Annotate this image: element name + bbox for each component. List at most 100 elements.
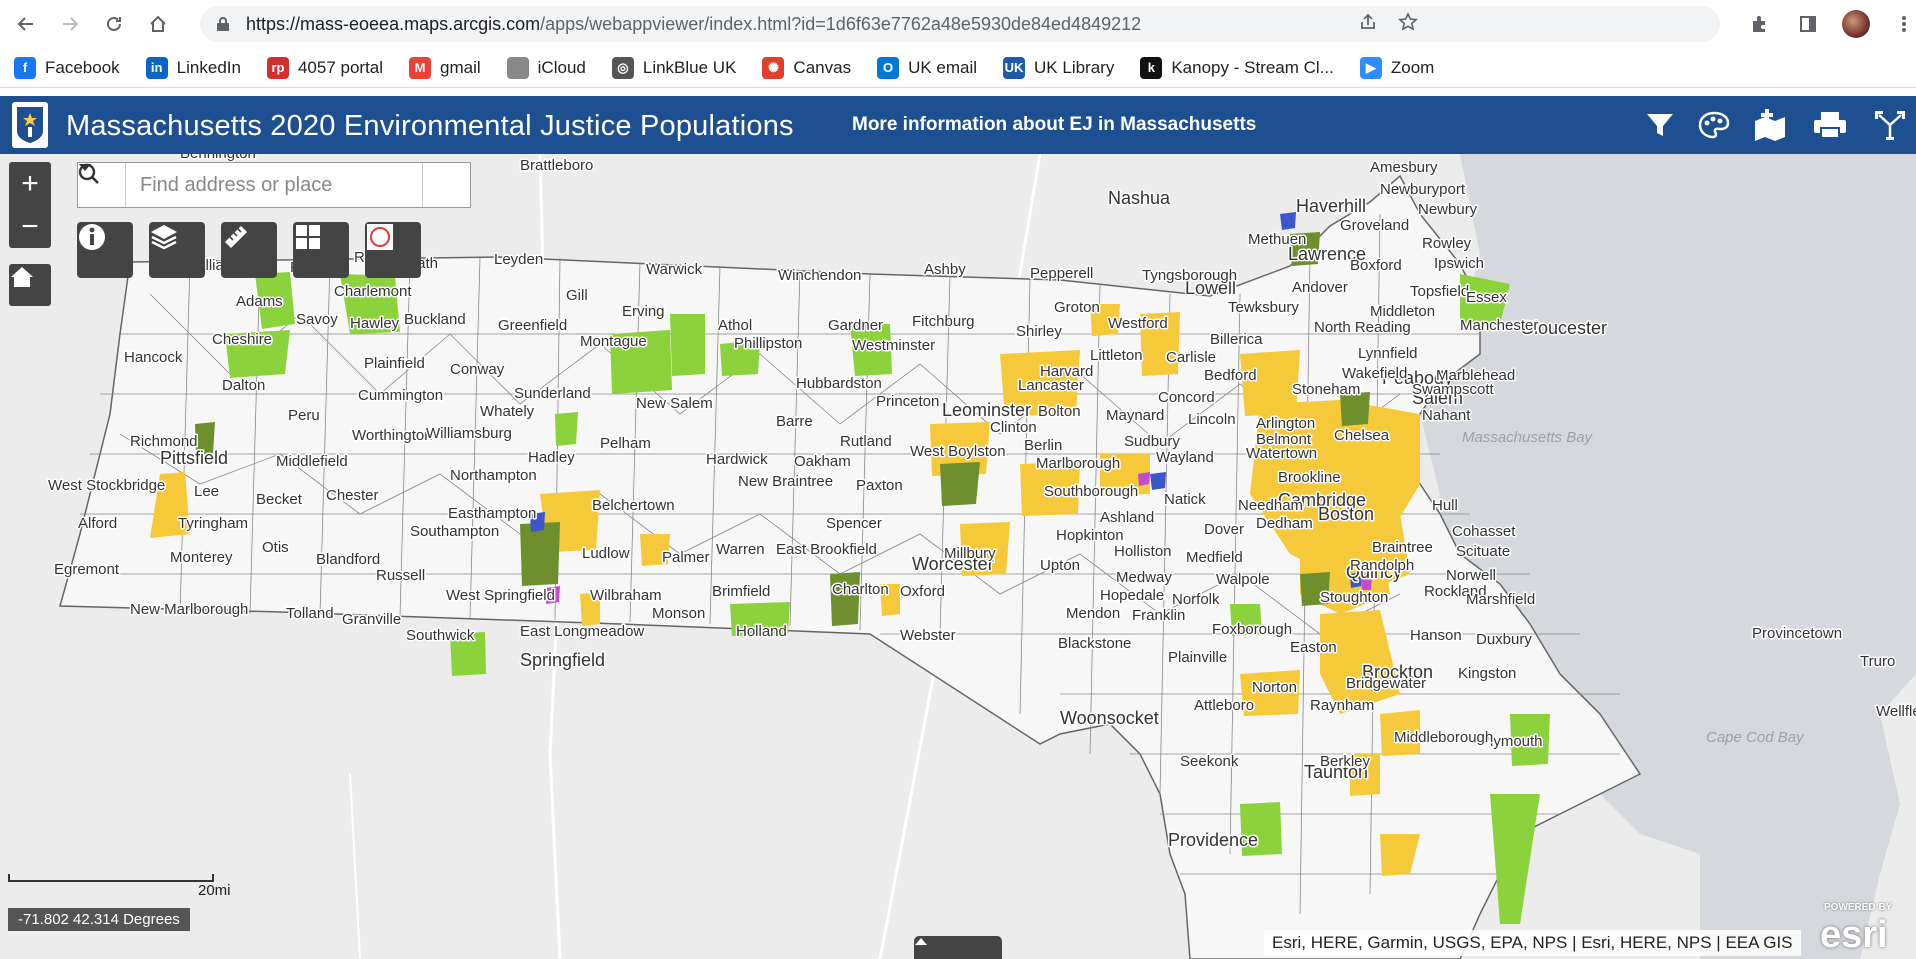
town-label: West Stockbridge xyxy=(48,477,165,494)
town-label: Swampscott xyxy=(1412,381,1495,398)
town-label: Hadley xyxy=(528,449,575,466)
bookmark-uk-library[interactable]: UK UK Library xyxy=(1003,56,1114,79)
about-button[interactable] xyxy=(77,222,133,278)
town-label: Richmond xyxy=(130,433,198,450)
town-label: Groveland xyxy=(1340,217,1409,234)
map-attribution: Esri, HERE, Garmin, USGS, EPA, NPS | Esr… xyxy=(1264,930,1801,956)
scale-bar xyxy=(8,874,214,882)
town-label: Ipswich xyxy=(1434,255,1484,272)
town-label: Bennington xyxy=(180,154,256,162)
town-label: Marshfield xyxy=(1466,591,1535,608)
back-arrow-icon[interactable] xyxy=(8,6,44,42)
avatar[interactable] xyxy=(1842,10,1870,38)
zoom-out-button[interactable]: − xyxy=(9,205,51,248)
bookmark-gmail[interactable]: Mgmail xyxy=(409,56,481,79)
town-label: Bridgewater xyxy=(1346,675,1426,692)
town-label: Holliston xyxy=(1114,543,1172,560)
town-label: Russell xyxy=(376,567,425,584)
bookmark-label: iCloud xyxy=(537,57,586,77)
bookmark-zoom[interactable]: ▶ Zoom xyxy=(1359,56,1434,79)
town-label: Montague xyxy=(580,333,647,350)
town-label: Scituate xyxy=(1456,543,1510,560)
bookmark-canvas[interactable]: ✺ Canvas xyxy=(762,56,851,79)
more-icon[interactable] xyxy=(1890,10,1916,38)
town-label: Barre xyxy=(776,413,813,430)
star-icon[interactable] xyxy=(1398,12,1418,38)
layer-list-button[interactable] xyxy=(149,222,205,278)
bookmark-label: Kanopy - Stream Cl... xyxy=(1171,57,1334,77)
attribute-table-toggle[interactable] xyxy=(914,936,1002,959)
town-label: Lancaster xyxy=(1018,377,1084,394)
town-label: Attleboro xyxy=(1194,697,1254,714)
forward-arrow-icon[interactable] xyxy=(52,6,88,42)
town-label: Fitchburg xyxy=(912,313,975,330)
town-label: Hanson xyxy=(1410,627,1462,644)
town-label: Leyden xyxy=(494,251,543,268)
print-icon[interactable] xyxy=(1810,108,1850,142)
search-input[interactable] xyxy=(126,163,422,207)
bookmark-4057-portal[interactable]: rp 4057 portal xyxy=(266,56,383,79)
town-label: Athol xyxy=(718,317,752,334)
town-label: Dalton xyxy=(222,377,265,394)
town-label: Manchester xyxy=(1460,317,1538,334)
sidebar-icon[interactable] xyxy=(1794,10,1822,38)
draw-button[interactable] xyxy=(365,222,421,278)
town-label: Egremont xyxy=(54,561,120,578)
town-label: Greenfield xyxy=(498,317,567,334)
town-label: Conway xyxy=(450,361,505,378)
bookmark-kanopy-stream-cl[interactable]: k Kanopy - Stream Cl... xyxy=(1140,56,1334,79)
reload-icon[interactable] xyxy=(96,6,132,42)
town-label: Lee xyxy=(194,483,219,500)
bookmark-linkblue-uk[interactable]: ◎ LinkBlue UK xyxy=(611,56,736,79)
town-label: Wilbraham xyxy=(590,587,662,604)
bookmark-linkedin[interactable]: in LinkedIn xyxy=(145,56,241,79)
map-canvas[interactable]: Nashua HaverhillLawrenceLowellGloucesterS… xyxy=(0,154,1916,959)
share-icon[interactable] xyxy=(1870,108,1910,142)
town-label: Erving xyxy=(622,303,665,320)
esri-logo: esri xyxy=(1820,914,1888,956)
basemap-gallery-button[interactable] xyxy=(293,222,349,278)
lock-icon[interactable] xyxy=(216,16,232,32)
address-bar[interactable]: https://mass-eoeea.maps.arcgis.com/apps/… xyxy=(200,6,1720,42)
home-icon[interactable] xyxy=(140,6,176,42)
bookmark-favicon-icon: in xyxy=(145,56,168,79)
theme-palette-icon[interactable] xyxy=(1694,108,1734,142)
map-view[interactable]: Nashua Haverhill Lawrence Lowell Gloucester S… xyxy=(0,154,1916,959)
town-label: Phillipston xyxy=(734,335,802,352)
town-label: Chester xyxy=(326,487,379,504)
town-label: Southwick xyxy=(406,627,475,644)
puzzle-icon[interactable] xyxy=(1746,10,1774,38)
home-extent-button[interactable] xyxy=(9,264,51,306)
town-label: Easton xyxy=(1290,639,1337,656)
url-text[interactable]: https://mass-eoeea.maps.arcgis.com/apps/… xyxy=(246,14,1141,35)
city-label: Leominster xyxy=(942,400,1031,420)
town-label: Plainfield xyxy=(364,355,425,372)
town-label: Upton xyxy=(1040,557,1080,574)
bookmark-uk-email[interactable]: O UK email xyxy=(877,56,977,79)
bookmark-icloud[interactable]: iCloud xyxy=(506,56,586,79)
town-label: Warwick xyxy=(646,261,703,278)
zoom-in-button[interactable]: + xyxy=(9,162,51,205)
town-label: Cohasset xyxy=(1452,523,1516,540)
measurement-button[interactable] xyxy=(221,222,277,278)
massachusetts-seal-logo xyxy=(12,102,48,148)
town-label: Nahant xyxy=(1422,407,1471,424)
town-label: Lynnfield xyxy=(1358,345,1418,362)
town-label: Southborough xyxy=(1044,483,1138,500)
town-label: Tyringham xyxy=(178,515,248,532)
search-button[interactable] xyxy=(78,163,470,207)
ej-info-link[interactable]: More information about EJ in Massachuset… xyxy=(852,114,1256,136)
filter-icon[interactable] xyxy=(1640,108,1680,142)
town-label: Cummington xyxy=(358,387,443,404)
water-label: Cape Cod Bay xyxy=(1706,729,1805,746)
town-label: Palmer xyxy=(662,549,710,566)
share-icon[interactable] xyxy=(1358,12,1378,38)
town-label: Chelsea xyxy=(1334,427,1390,444)
bookmark-facebook[interactable]: f Facebook xyxy=(14,56,120,79)
town-label: Monson xyxy=(652,605,705,622)
add-data-icon[interactable] xyxy=(1750,108,1790,142)
town-label: Marlborough xyxy=(1036,455,1120,472)
town-label: Pepperell xyxy=(1030,265,1093,282)
town-label: Hull xyxy=(1432,497,1458,514)
town-label: North Reading xyxy=(1314,319,1411,336)
